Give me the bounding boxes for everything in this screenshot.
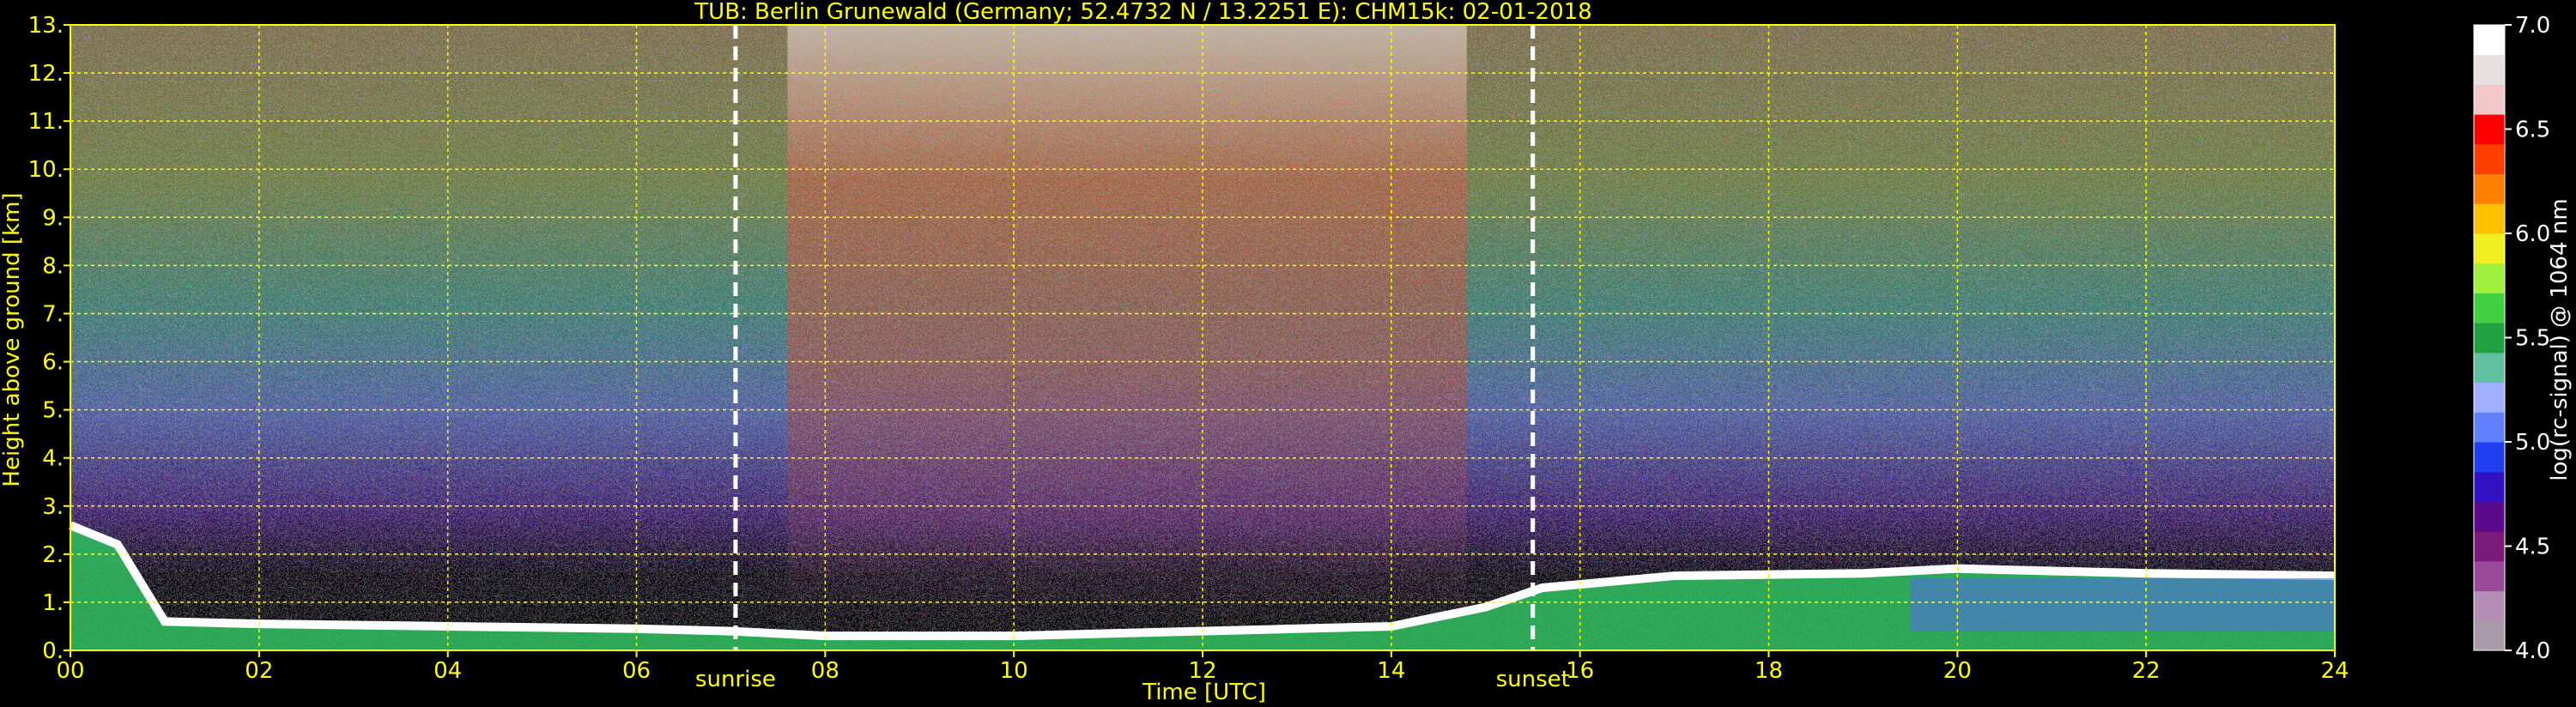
chart-title: TUB: Berlin Grunewald (Germany; 52.4732 …: [694, 0, 1591, 25]
y-tick-label: 10.: [28, 157, 64, 183]
colorbar-segment: [2474, 531, 2505, 562]
y-axis-label: Height above ground [km]: [0, 192, 25, 486]
colorbar-tick-label: 6.5: [2515, 118, 2550, 143]
y-tick-label: 0.: [42, 638, 64, 664]
x-tick-label: 18: [1755, 658, 1783, 684]
colorbar-segment: [2474, 501, 2505, 532]
annotation-label-sunset: sunset: [1496, 667, 1570, 692]
colorbar-segment: [2474, 203, 2505, 234]
y-tick-label: 7.: [42, 301, 64, 327]
x-tick-label: 08: [811, 658, 839, 684]
colorbar-segment: [2474, 173, 2505, 204]
colorbar-segment: [2474, 590, 2505, 621]
colorbar-segment: [2474, 263, 2505, 293]
colorbar-segment: [2474, 25, 2505, 56]
colorbar-tick-label: 7.0: [2515, 13, 2550, 39]
y-tick-label: 1.: [42, 590, 64, 616]
y-tick-label: 6.: [42, 350, 64, 376]
x-tick-label: 04: [433, 658, 462, 684]
x-tick-label: 02: [245, 658, 273, 684]
colorbar: 4.0 4.5 5.0 5.5 6.0 6.5 7.0: [2473, 13, 2550, 664]
colorbar-segment: [2474, 84, 2505, 115]
colorbar-segment: [2474, 560, 2505, 592]
x-tick-label: 14: [1377, 658, 1405, 684]
colorbar-tick-label: 4.5: [2515, 535, 2550, 560]
colorbar-segment: [2474, 54, 2505, 85]
colorbar-tick-label: 6.0: [2515, 221, 2550, 247]
boundary-layer-band: [1910, 577, 2335, 631]
y-tick-label: 8.: [42, 253, 64, 279]
colorbar-segment: [2474, 323, 2505, 354]
y-tick-label: 3.: [42, 494, 64, 520]
colorbar-segment: [2474, 114, 2505, 145]
colorbar-segment: [2474, 471, 2505, 502]
y-tick-label: 11.: [28, 109, 64, 135]
colorbar-segment: [2474, 442, 2505, 473]
x-tick-label: 16: [1566, 658, 1594, 684]
y-tick-label: 13.: [28, 13, 64, 39]
colorbar-label: log(rc-signal) @ 1064 nm: [2547, 198, 2573, 480]
x-tick-label: 10: [1000, 658, 1028, 684]
colorbar-tick-label: 5.0: [2515, 430, 2550, 456]
colorbar-tick-label: 5.5: [2515, 326, 2550, 352]
y-tick-label: 5.: [42, 398, 64, 424]
ceilometer-chart: sunrise sunset 00 02 04 06 08 10 12 14 16 18 20 22 24…: [0, 0, 2573, 705]
y-tick-label: 12.: [28, 61, 64, 87]
colorbar-segment: [2474, 412, 2505, 443]
annotation-label-sunrise: sunrise: [695, 667, 776, 692]
colorbar-segment: [2474, 293, 2505, 323]
colorbar-segment: [2474, 382, 2505, 413]
colorbar-segment: [2474, 233, 2505, 264]
x-tick-label: 24: [2320, 658, 2349, 684]
x-axis-label: Time [UTC]: [1142, 680, 1266, 705]
y-tick-label: 9.: [42, 205, 64, 231]
x-tick-label: 22: [2132, 658, 2161, 684]
colorbar-segment: [2474, 620, 2505, 651]
x-tick-label: 06: [622, 658, 651, 684]
colorbar-segment: [2474, 143, 2505, 175]
x-tick-label: 20: [1943, 658, 1972, 684]
y-tick-label: 4.: [42, 446, 64, 472]
colorbar-tick-label: 4.0: [2515, 638, 2550, 664]
colorbar-segment: [2474, 352, 2505, 384]
y-tick-label: 2.: [42, 542, 64, 568]
